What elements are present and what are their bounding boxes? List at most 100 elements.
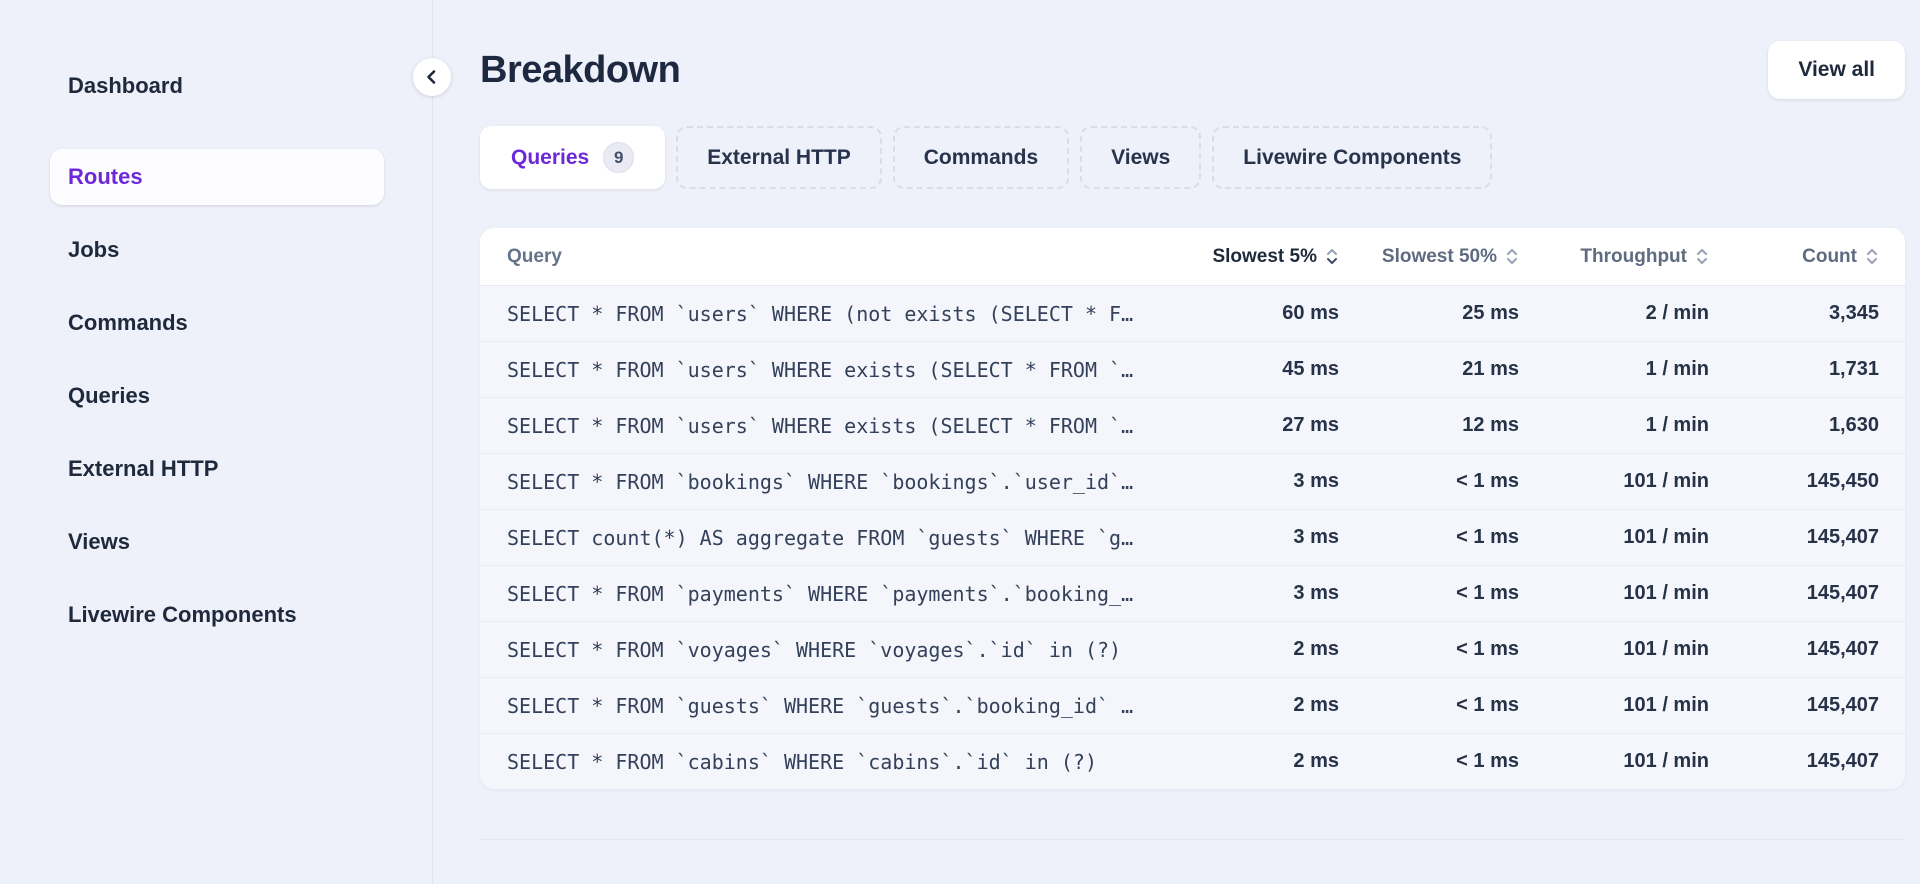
query-cell: SELECT * FROM `users` WHERE exists (SELE… (507, 357, 1134, 382)
slowest5-cell: 3 ms (1293, 582, 1339, 604)
count-cell: 145,407 (1806, 638, 1879, 660)
tab-livewire-components[interactable]: Livewire Components (1212, 126, 1493, 189)
count-cell: 145,407 (1806, 526, 1879, 548)
query-cell: SELECT * FROM `users` WHERE exists (SELE… (507, 413, 1134, 438)
query-cell: SELECT * FROM `bookings` WHERE `bookings… (507, 469, 1134, 494)
query-cell: SELECT * FROM `voyages` WHERE `voyages`.… (507, 637, 1122, 662)
tab-label: Commands (923, 145, 1039, 169)
sidebar-item-label: Commands (68, 310, 188, 335)
column-header-slowest-50[interactable]: Slowest 50% (1382, 246, 1519, 268)
tab-commands[interactable]: Commands (892, 126, 1070, 189)
count-cell: 145,407 (1806, 694, 1879, 716)
sidebar-item-label: External HTTP (68, 456, 219, 481)
slowest5-cell: 27 ms (1282, 414, 1339, 436)
sidebar-item-label: Routes (68, 164, 143, 189)
slowest5-cell: 2 ms (1293, 750, 1339, 772)
slowest50-cell: 12 ms (1462, 414, 1519, 436)
sidebar-item-livewire-components[interactable]: Livewire Components (50, 587, 384, 643)
count-cell: 145,407 (1806, 582, 1879, 604)
sidebar-item-queries[interactable]: Queries (50, 368, 384, 424)
count-cell: 3,345 (1828, 302, 1879, 324)
column-header-slowest-5[interactable]: Slowest 5% (1212, 246, 1339, 268)
table-row: SELECT * FROM `voyages` WHERE `voyages`.… (480, 621, 1905, 677)
sidebar-item-label: Dashboard (68, 73, 183, 98)
sidebar-collapse-button[interactable] (413, 58, 451, 96)
tab-badge: 9 (603, 142, 635, 173)
sidebar-item-commands[interactable]: Commands (50, 295, 384, 351)
slowest50-cell: < 1 ms (1456, 470, 1519, 492)
table-row: SELECT * FROM `cabins` WHERE `cabins`.`i… (480, 733, 1905, 789)
tab-label: Queries (511, 145, 590, 169)
sort-icon (1867, 249, 1877, 264)
throughput-cell: 101 / min (1623, 470, 1709, 492)
column-header-count[interactable]: Count (1802, 246, 1879, 268)
query-cell: SELECT * FROM `guests` WHERE `guests`.`b… (507, 693, 1134, 718)
throughput-cell: 1 / min (1645, 358, 1709, 380)
sort-icon (1327, 249, 1337, 264)
table-row: SELECT * FROM `users` WHERE exists (SELE… (480, 341, 1905, 397)
count-cell: 145,450 (1806, 470, 1879, 492)
table-row: SELECT * FROM `users` WHERE (not exists … (480, 285, 1905, 341)
breakdown-tabs: Queries 9 External HTTP Commands Views L… (480, 126, 1905, 189)
sidebar-item-label: Queries (68, 383, 150, 408)
page-title: Breakdown (480, 48, 681, 91)
sort-icon (1507, 249, 1517, 264)
queries-table: Query Slowest 5% Slowest 50% Throughput … (480, 228, 1905, 789)
throughput-cell: 101 / min (1623, 582, 1709, 604)
column-header-throughput[interactable]: Throughput (1580, 246, 1709, 268)
table-header-row: Query Slowest 5% Slowest 50% Throughput … (480, 228, 1905, 285)
count-cell: 1,630 (1828, 414, 1879, 436)
throughput-cell: 101 / min (1623, 638, 1709, 660)
view-all-button[interactable]: View all (1768, 41, 1905, 99)
sidebar-item-dashboard[interactable]: Dashboard (50, 58, 384, 114)
slowest50-cell: < 1 ms (1456, 750, 1519, 772)
title-row: Breakdown View all (480, 0, 1905, 104)
throughput-cell: 101 / min (1623, 750, 1709, 772)
query-cell: SELECT * FROM `payments` WHERE `payments… (507, 581, 1134, 606)
sidebar-item-jobs[interactable]: Jobs (50, 222, 384, 278)
query-cell: SELECT * FROM `users` WHERE (not exists … (507, 301, 1134, 326)
sort-icon (1697, 249, 1707, 264)
chevron-left-icon (423, 68, 441, 86)
tab-queries[interactable]: Queries 9 (480, 126, 666, 189)
column-header-query: Query (507, 245, 562, 267)
slowest50-cell: < 1 ms (1456, 526, 1519, 548)
sidebar-item-external-http[interactable]: External HTTP (50, 441, 384, 497)
main-content: Breakdown View all Queries 9 External HT… (433, 0, 1920, 884)
table-row: SELECT * FROM `payments` WHERE `payments… (480, 565, 1905, 621)
table-row: SELECT * FROM `users` WHERE exists (SELE… (480, 397, 1905, 453)
app-root: Dashboard Routes Jobs Commands Queries E… (0, 0, 1920, 884)
table-row: SELECT * FROM `guests` WHERE `guests`.`b… (480, 677, 1905, 733)
sidebar-item-label: Livewire Components (68, 602, 297, 627)
table-row: SELECT count(*) AS aggregate FROM `guest… (480, 509, 1905, 565)
sidebar: Dashboard Routes Jobs Commands Queries E… (0, 0, 433, 884)
slowest5-cell: 2 ms (1293, 694, 1339, 716)
slowest50-cell: < 1 ms (1456, 582, 1519, 604)
slowest5-cell: 3 ms (1293, 470, 1339, 492)
throughput-cell: 101 / min (1623, 694, 1709, 716)
sidebar-item-label: Views (68, 529, 130, 554)
slowest5-cell: 2 ms (1293, 638, 1339, 660)
query-cell: SELECT * FROM `cabins` WHERE `cabins`.`i… (507, 749, 1098, 774)
sidebar-item-routes[interactable]: Routes (50, 149, 384, 205)
throughput-cell: 101 / min (1623, 526, 1709, 548)
slowest50-cell: 25 ms (1462, 302, 1519, 324)
tab-label: External HTTP (707, 145, 851, 169)
slowest5-cell: 3 ms (1293, 526, 1339, 548)
count-cell: 1,731 (1828, 358, 1879, 380)
sidebar-item-views[interactable]: Views (50, 514, 384, 570)
count-cell: 145,407 (1806, 750, 1879, 772)
slowest50-cell: 21 ms (1462, 358, 1519, 380)
slowest50-cell: < 1 ms (1456, 638, 1519, 660)
throughput-cell: 2 / min (1645, 302, 1709, 324)
throughput-cell: 1 / min (1645, 414, 1709, 436)
table-row: SELECT * FROM `bookings` WHERE `bookings… (480, 453, 1905, 509)
slowest50-cell: < 1 ms (1456, 694, 1519, 716)
tab-label: Views (1111, 145, 1171, 169)
tab-label: Livewire Components (1243, 145, 1462, 169)
query-cell: SELECT count(*) AS aggregate FROM `guest… (507, 525, 1134, 550)
slowest5-cell: 45 ms (1282, 358, 1339, 380)
tab-views[interactable]: Views (1080, 126, 1202, 189)
section-divider (480, 839, 1905, 840)
tab-external-http[interactable]: External HTTP (676, 126, 882, 189)
